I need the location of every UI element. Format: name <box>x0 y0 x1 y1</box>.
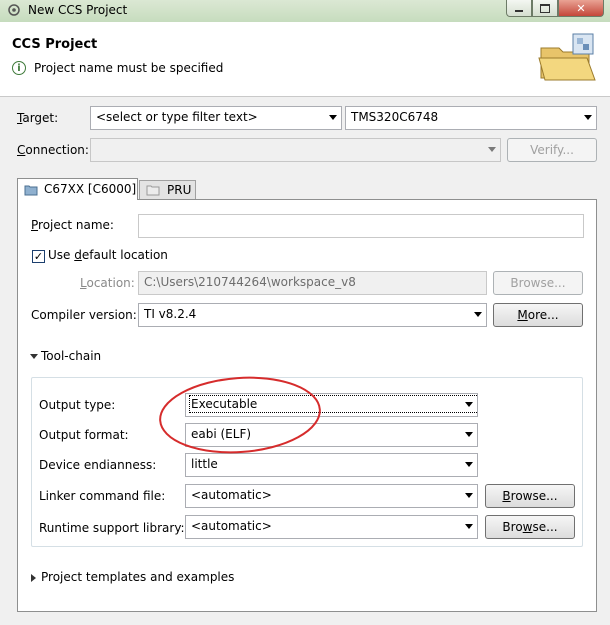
chevron-down-icon[interactable] <box>465 524 473 529</box>
connection-label: Connection: <box>17 143 89 157</box>
tab-c67xx[interactable]: C67XX [C6000] <box>17 178 138 200</box>
chevron-down-icon[interactable] <box>465 493 473 498</box>
compiler-version-label: Compiler version: <box>31 308 137 322</box>
window-title: New CCS Project <box>28 3 128 17</box>
verify-button[interactable]: Verify... <box>507 138 597 162</box>
target-filter-combo[interactable]: <select or type filter text> <box>90 106 342 130</box>
chevron-down-icon[interactable] <box>329 115 337 120</box>
target-device-combo[interactable]: TMS320C6748 <box>345 106 597 130</box>
page-title: CCS Project <box>12 37 98 52</box>
target-device-value: TMS320C6748 <box>351 110 439 124</box>
compiler-version-value: TI v8.2.4 <box>144 307 197 321</box>
location-input[interactable]: C:\Users\210744264\workspace_v8 <box>138 271 487 295</box>
runtime-browse-button[interactable]: Browse... <box>485 515 575 539</box>
tab-pru[interactable]: PRU <box>139 180 196 199</box>
info-icon: i <box>12 61 26 75</box>
annotation-ellipse <box>159 376 321 454</box>
location-label: Location: <box>80 276 135 290</box>
wizard-banner <box>0 22 610 97</box>
project-folder-icon <box>538 33 596 81</box>
device-endianness-value: little <box>191 457 218 471</box>
use-default-location-label[interactable]: Use default location <box>48 248 168 262</box>
project-name-label: Project name: <box>31 218 114 232</box>
app-icon <box>8 4 20 16</box>
folder-icon <box>24 185 38 196</box>
tab-pru-label: PRU <box>167 183 192 197</box>
output-type-label: Output type: <box>39 398 116 412</box>
toolchain-section-header[interactable]: Tool-chain <box>41 349 101 363</box>
use-default-location-checkbox[interactable]: ✓ <box>32 250 45 263</box>
maximize-icon <box>540 3 550 13</box>
minimize-icon <box>515 10 523 12</box>
target-label: Target: <box>17 111 59 125</box>
more-button[interactable]: More... <box>493 303 583 327</box>
linker-command-file-value: <automatic> <box>191 488 272 502</box>
chevron-down-icon[interactable] <box>465 402 473 407</box>
runtime-support-library-value: <automatic> <box>191 519 272 533</box>
linker-browse-button[interactable]: Browse... <box>485 484 575 508</box>
check-icon: ✓ <box>33 250 44 263</box>
target-filter-text: <select or type filter text> <box>96 110 258 124</box>
chevron-down-icon[interactable] <box>474 312 482 317</box>
chevron-down-icon[interactable] <box>584 115 592 120</box>
tab-c67xx-label: C67XX [C6000] <box>44 182 137 196</box>
linker-command-file-label: Linker command file: <box>39 489 166 503</box>
collapse-arrow-icon[interactable] <box>31 574 36 582</box>
expand-arrow-icon[interactable] <box>30 354 38 359</box>
chevron-down-icon[interactable] <box>465 462 473 467</box>
folder-icon <box>146 185 160 196</box>
project-templates-section-header[interactable]: Project templates and examples <box>41 570 234 584</box>
chevron-down-icon[interactable] <box>465 432 473 437</box>
minimize-button[interactable] <box>506 0 532 17</box>
runtime-support-library-combo[interactable]: <automatic> <box>185 515 478 539</box>
banner-message: Project name must be specified <box>34 61 224 75</box>
maximize-button[interactable] <box>532 0 558 17</box>
close-icon: ✕ <box>576 1 586 15</box>
chevron-down-icon[interactable] <box>488 147 496 152</box>
connection-combo[interactable] <box>90 138 501 162</box>
close-button[interactable]: ✕ <box>558 0 604 17</box>
runtime-support-library-label: Runtime support library: <box>39 521 185 535</box>
linker-command-file-combo[interactable]: <automatic> <box>185 484 478 508</box>
project-name-input[interactable] <box>138 214 584 238</box>
output-format-label: Output format: <box>39 428 129 442</box>
compiler-version-combo[interactable]: TI v8.2.4 <box>138 303 487 327</box>
location-browse-button[interactable]: Browse... <box>493 271 583 295</box>
device-endianness-label: Device endianness: <box>39 458 157 472</box>
title-bar[interactable]: New CCS Project ✕ <box>0 0 610 23</box>
